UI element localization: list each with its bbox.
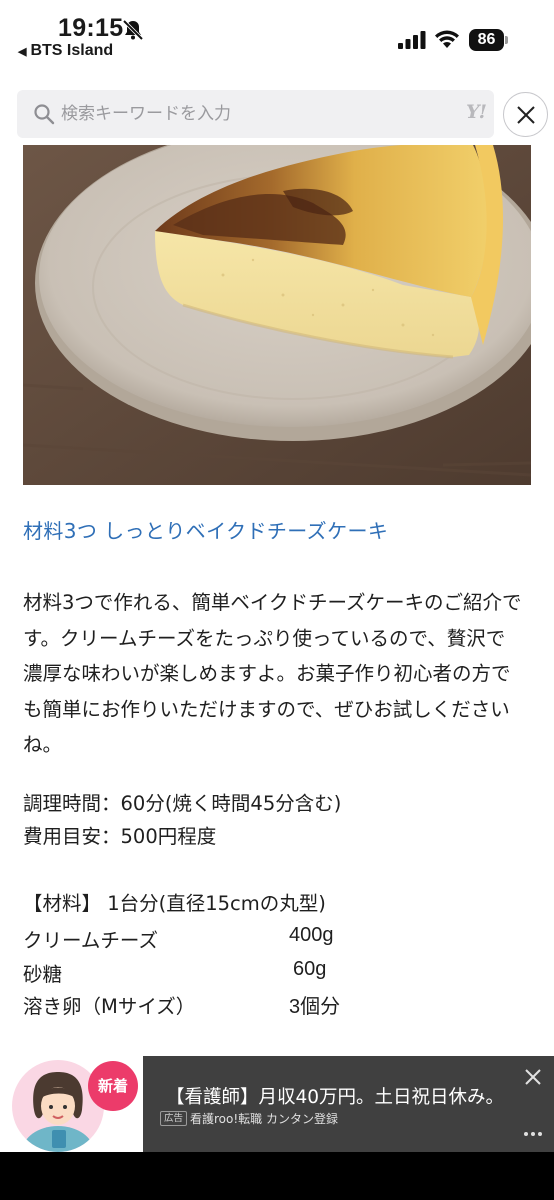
recipe-meta: 調理時間：60分(焼く時間45分含む) 費用目安：500円程度 [23, 787, 341, 853]
ingredients-heading: 【材料】 1台分(直径15cmの丸型) [23, 892, 326, 915]
ingredient-row: クリームチーズ 400g [23, 924, 523, 958]
battery-level: 86 [469, 29, 504, 51]
recipe-title-link[interactable]: 材料3つ しっとりベイクドチーズケーキ [23, 515, 388, 544]
status-time: 19:15 [58, 14, 124, 42]
ingredient-row: 溶き卵（Mサイズ） 3個分 [23, 990, 523, 1024]
bell-off-icon [122, 19, 144, 41]
back-to-app-link[interactable]: ◀ BTS Island [18, 42, 113, 60]
ad-label: 広告 [160, 1111, 188, 1126]
ingredient-qty: 3個分 [289, 996, 341, 1018]
ad-more-options-icon[interactable] [523, 1130, 543, 1138]
ad-source: 看護roo!転職 カンタン登録 [190, 1112, 338, 1126]
back-triangle-icon: ◀ [18, 45, 27, 58]
back-app-label: BTS Island [30, 42, 114, 59]
ingredient-name: クリームチーズ [23, 929, 158, 952]
ingredient-name: 溶き卵（Mサイズ） [23, 995, 196, 1018]
close-button[interactable] [503, 92, 548, 137]
ingredient-name: 砂糖 [23, 963, 63, 986]
bottom-toolbar [0, 1152, 554, 1200]
search-input[interactable] [61, 90, 441, 138]
cheesecake-photo[interactable] [23, 145, 531, 485]
cellular-signal-icon [398, 31, 426, 49]
wifi-icon [435, 30, 459, 48]
ingredient-qty: 400g [289, 924, 334, 946]
recipe-lead-text: 材料3つで作れる、簡単ベイクドチーズケーキのご紹介です。クリームチーズをたっぷり… [23, 591, 522, 756]
status-bar: 19:15 ◀ BTS Island 86 [0, 0, 554, 70]
cook-time: 調理時間：60分(焼く時間45分含む) [23, 792, 342, 815]
search-bar[interactable]: Y! [17, 90, 494, 138]
cost-estimate: 費用目安：500円程度 [23, 825, 217, 848]
close-icon [517, 106, 535, 124]
page: 19:15 ◀ BTS Island 86 検索キーワードを入力 Y! 材料3つ… [0, 0, 554, 1200]
ingredient-qty: 60g [293, 958, 327, 980]
battery-indicator: 86 [469, 29, 509, 51]
yahoo-logo: Y! [466, 101, 487, 123]
battery-nub [505, 36, 508, 44]
ad-headline[interactable]: 【看護師】月収40万円。土日祝日休み。 [166, 1083, 504, 1109]
ad-new-badge: 新着 [88, 1061, 138, 1111]
search-icon [34, 104, 55, 125]
ingredient-row: 砂糖 60g [23, 958, 523, 992]
ad-close-icon[interactable] [525, 1069, 541, 1085]
